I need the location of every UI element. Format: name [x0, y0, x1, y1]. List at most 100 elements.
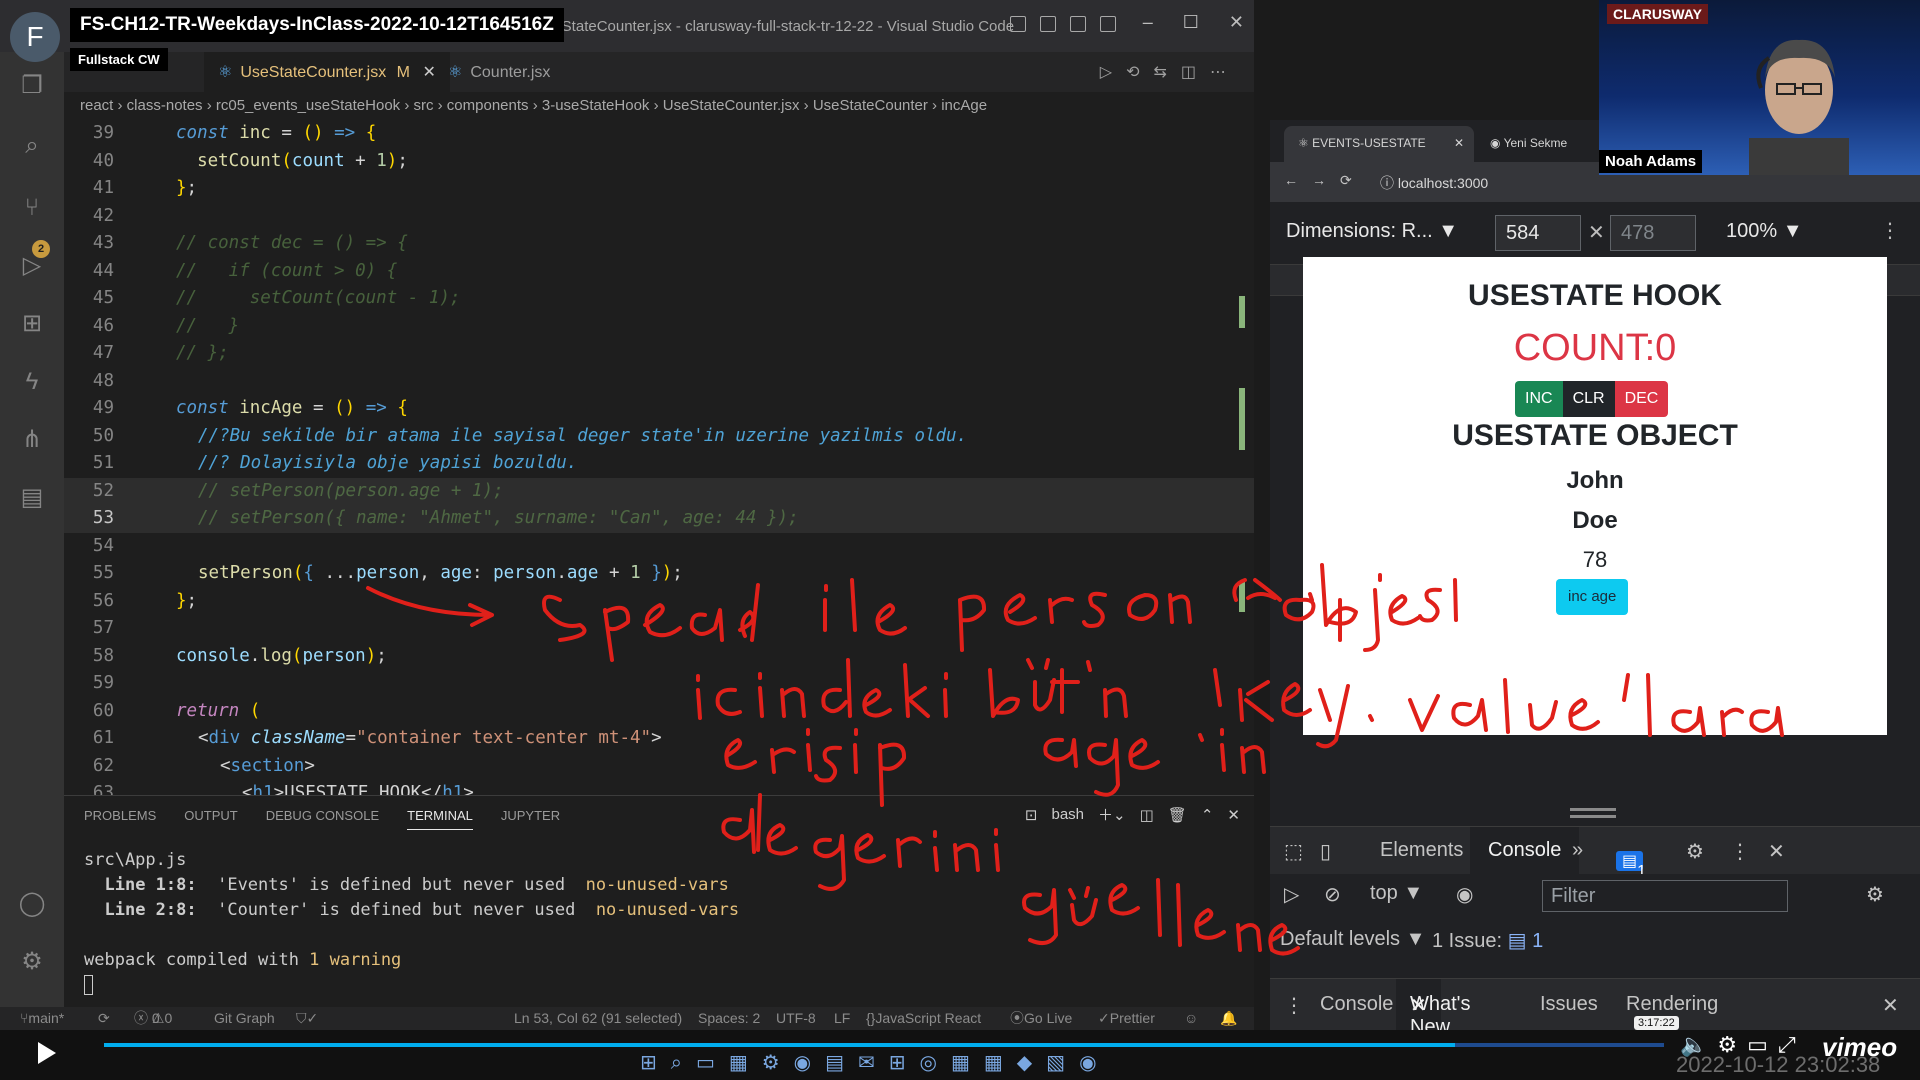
live-expression-icon[interactable]: ◉: [1456, 882, 1473, 907]
close-icon[interactable]: ✕: [1229, 12, 1244, 33]
devtools-close-icon[interactable]: ✕: [1768, 839, 1785, 864]
drawer-close-icon[interactable]: ✕: [1882, 993, 1899, 1018]
encoding[interactable]: UTF-8: [776, 1007, 816, 1030]
tab-jupyter[interactable]: JUPYTER: [501, 808, 560, 830]
drawer-tab-whats-new[interactable]: What's New ✕: [1396, 979, 1471, 1038]
split-terminal-icon[interactable]: ◫: [1140, 806, 1154, 824]
feedback-icon[interactable]: ☺: [1184, 1007, 1198, 1030]
play-icon[interactable]: [38, 1042, 56, 1064]
branch-indicator[interactable]: ⑂ main*: [20, 1007, 64, 1030]
go-live[interactable]: ⦿ Go Live: [1010, 1007, 1072, 1030]
console-settings-icon[interactable]: ⚙: [1866, 882, 1884, 907]
toggle-secondary-sidebar-icon[interactable]: [1070, 16, 1086, 32]
drawer-menu-icon[interactable]: ⋮: [1284, 993, 1304, 1018]
tab-elements[interactable]: Elements: [1380, 839, 1463, 862]
trash-icon[interactable]: 🗑: [1168, 806, 1187, 824]
tab-terminal[interactable]: TERMINAL: [407, 808, 473, 830]
toggle-panel-icon[interactable]: [1040, 16, 1056, 32]
tab-problems[interactable]: PROBLEMS: [84, 808, 156, 830]
more-options-icon[interactable]: ⋮: [1880, 218, 1900, 243]
progress-fill: [104, 1043, 1455, 1047]
tab-close-icon[interactable]: ✕: [1454, 136, 1464, 150]
browser-window: ⚛ EVENTS-USESTATE ✕ ◉ Yeni Sekme ←→⟳ ⓘ l…: [1270, 120, 1920, 1038]
customize-layout-icon[interactable]: [1100, 16, 1116, 32]
toggle-sidebar-icon[interactable]: [1010, 16, 1026, 32]
timeline-icon[interactable]: ⟲: [1126, 64, 1153, 81]
split-editor-icon[interactable]: ◫: [1181, 64, 1210, 81]
extensions-icon[interactable]: ⊞: [18, 310, 46, 338]
drawer-tab-issues[interactable]: Issues: [1540, 993, 1598, 1016]
drawer-tab-console[interactable]: Console: [1320, 993, 1393, 1016]
shell-name[interactable]: bash: [1052, 806, 1085, 823]
dec-button[interactable]: DEC: [1614, 381, 1669, 417]
more-actions-icon[interactable]: ⋯: [1210, 64, 1240, 81]
device-toggle-icon[interactable]: ▯: [1320, 839, 1331, 864]
new-terminal-icon[interactable]: ＋⌄: [1098, 804, 1126, 825]
sidebar-toggle-icon[interactable]: ▷: [1284, 882, 1299, 907]
minimize-icon[interactable]: –: [1143, 12, 1153, 33]
breadcrumb[interactable]: react › class-notes › rc05_events_useSta…: [64, 92, 1254, 120]
dimensions-select[interactable]: Dimensions: R... ▼: [1286, 220, 1458, 243]
devtools-more-icon[interactable]: ⋮: [1730, 839, 1750, 864]
search-icon[interactable]: ⌕: [18, 132, 46, 160]
sync-icon[interactable]: ⟳: [98, 1007, 110, 1030]
cursor-position[interactable]: Ln 53, Col 62 (91 selected): [514, 1007, 682, 1030]
prettier[interactable]: ✓ Prettier: [1098, 1007, 1155, 1030]
explorer-icon[interactable]: ❐: [18, 72, 46, 100]
devtools-settings-icon[interactable]: ⚙: [1686, 839, 1704, 864]
live-share-icon[interactable]: ⛉✓: [296, 1007, 318, 1030]
height-input[interactable]: 478: [1610, 215, 1696, 251]
clr-button[interactable]: CLR: [1562, 381, 1615, 417]
issues-link[interactable]: 1 Issue: ▤ 1: [1432, 928, 1543, 953]
browser-tab-active[interactable]: ⚛ EVENTS-USESTATE ✕: [1284, 126, 1474, 162]
width-input[interactable]: 584: [1495, 215, 1581, 251]
forward-icon[interactable]: →: [1312, 172, 1340, 188]
volume-icon[interactable]: 🔈: [1680, 1032, 1717, 1057]
code-editor[interactable]: 39 const inc = () => { 40 setCount(count …: [64, 120, 1254, 795]
end-of-line[interactable]: LF: [834, 1007, 850, 1030]
reload-icon[interactable]: ⟳: [1340, 172, 1366, 188]
player-settings-icon[interactable]: ⚙: [1717, 1032, 1747, 1057]
terminal-output[interactable]: src\App.js Line 1:8: 'Events' is defined…: [84, 848, 739, 998]
language-mode[interactable]: {} JavaScript React: [866, 1007, 981, 1030]
browser-tab-new[interactable]: ◉ Yeni Sekme: [1476, 126, 1581, 162]
thunder-icon[interactable]: ϟ: [18, 368, 46, 396]
tab-output[interactable]: OUTPUT: [184, 808, 237, 830]
maximize-icon[interactable]: ☐: [1183, 12, 1199, 33]
notebook-icon[interactable]: ▤: [18, 484, 46, 512]
source-control-icon[interactable]: ⑂: [18, 194, 46, 222]
url-field[interactable]: ⓘ localhost:3000: [1380, 173, 1488, 193]
code-line: 50//?Bu sekilde bir atama ile sayisal de…: [92, 425, 968, 446]
indent-spaces[interactable]: Spaces: 2: [698, 1007, 760, 1030]
compare-icon[interactable]: ⇆: [1153, 64, 1180, 81]
tab-usestatecounter[interactable]: ⚛ UseStateCounter.jsx M ✕: [204, 52, 450, 92]
context-select[interactable]: top ▼: [1370, 882, 1423, 905]
problems-indicator[interactable]: ⓧ 0 ⚠ 0: [134, 1007, 172, 1030]
levels-select[interactable]: Default levels ▼: [1280, 928, 1425, 951]
drawer-tab-rendering[interactable]: Rendering: [1626, 993, 1718, 1016]
accounts-icon[interactable]: ◯: [18, 890, 46, 918]
git-graph-icon[interactable]: ⋔: [18, 426, 46, 454]
more-tabs[interactable]: »: [1572, 839, 1583, 862]
clear-console-icon[interactable]: ⊘: [1324, 882, 1341, 907]
inc-age-button[interactable]: inc age: [1556, 579, 1629, 615]
code-line: 43// const dec = () => {: [92, 233, 408, 253]
inspect-icon[interactable]: ⬚: [1284, 839, 1303, 864]
notifications-icon[interactable]: 🔔: [1220, 1007, 1237, 1030]
inc-button[interactable]: INC: [1515, 381, 1563, 417]
console-filter-input[interactable]: Filter: [1542, 880, 1788, 912]
run-icon[interactable]: ▷: [1100, 64, 1126, 81]
pip-icon[interactable]: ▭: [1747, 1032, 1778, 1057]
zoom-select[interactable]: 100% ▼: [1726, 220, 1803, 243]
back-icon[interactable]: ←: [1284, 172, 1312, 188]
git-graph-label[interactable]: Git Graph: [214, 1007, 275, 1030]
tab-console[interactable]: Console: [1470, 827, 1580, 875]
maximize-panel-icon[interactable]: ⌃: [1201, 806, 1214, 824]
run-debug-icon[interactable]: ▷: [18, 252, 46, 280]
close-panel-icon[interactable]: ✕: [1227, 806, 1240, 824]
resize-handle[interactable]: [1570, 808, 1616, 818]
fullscreen-icon[interactable]: ⤢: [1778, 1032, 1806, 1057]
tab-counter[interactable]: ⚛ Counter.jsx: [434, 52, 564, 92]
tab-debug-console[interactable]: DEBUG CONSOLE: [266, 808, 379, 830]
settings-gear-icon[interactable]: ⚙: [18, 948, 46, 976]
